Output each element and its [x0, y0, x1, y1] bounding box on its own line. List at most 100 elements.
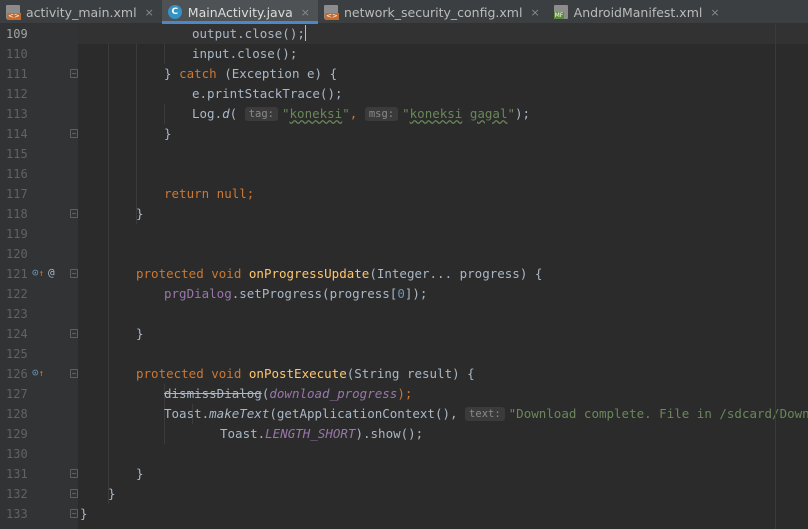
code-token: "Download complete. File in /sdcard/Down…	[508, 406, 808, 421]
code-line[interactable]: input.close();	[78, 44, 808, 64]
parameter-hint: text:	[465, 407, 505, 421]
text-caret	[304, 25, 306, 41]
code-line[interactable]: }	[78, 324, 808, 344]
code-line[interactable]	[78, 304, 808, 324]
code-line[interactable]: Toast.makeText(getApplicationContext(), …	[78, 404, 808, 424]
code-token: (Exception e) {	[216, 66, 338, 81]
code-token: return null	[164, 186, 247, 201]
code-line[interactable]: e.printStackTrace();	[78, 84, 808, 104]
gutter-row[interactable]: 110	[0, 44, 78, 64]
code-line[interactable]	[78, 244, 808, 264]
fold-toggle-icon[interactable]	[70, 129, 78, 138]
override-marker-icon[interactable]: ⊙↑	[32, 266, 44, 281]
code-token: }	[136, 206, 144, 221]
code-line[interactable]: protected void onProgressUpdate(Integer.…	[78, 264, 808, 284]
gutter-row[interactable]: 111	[0, 64, 78, 84]
close-icon[interactable]: ×	[145, 6, 154, 19]
gutter-row[interactable]: 112	[0, 84, 78, 104]
code-line[interactable]: }	[78, 484, 808, 504]
gutter-row[interactable]: 117	[0, 184, 78, 204]
gutter-row[interactable]: 120	[0, 244, 78, 264]
fold-toggle-icon[interactable]	[70, 509, 78, 518]
code-token: input.close();	[192, 46, 298, 61]
code-token: ]);	[404, 286, 428, 301]
code-line[interactable]: }	[78, 204, 808, 224]
annotation-marker-icon[interactable]: @	[48, 266, 55, 280]
fold-toggle-icon[interactable]	[70, 469, 78, 478]
fold-toggle-icon[interactable]	[70, 209, 78, 218]
code-token: (Integer... progress) {	[369, 266, 543, 281]
code-line[interactable]: prgDialog.setProgress(progress[0]);	[78, 284, 808, 304]
gutter-row[interactable]: 122	[0, 284, 78, 304]
code-line[interactable]	[78, 224, 808, 244]
code-line[interactable]	[78, 444, 808, 464]
tab-activity-main-xml[interactable]: activity_main.xml ×	[0, 0, 162, 24]
code-token: Log.	[192, 106, 223, 121]
fold-toggle-icon[interactable]	[70, 269, 78, 278]
override-marker-icon[interactable]: ⊙↑	[32, 366, 44, 381]
code-line[interactable]	[78, 164, 808, 184]
code-line[interactable]: } catch (Exception e) {	[78, 64, 808, 84]
gutter-row[interactable]: 116	[0, 164, 78, 184]
code-line[interactable]: output.close();	[78, 24, 808, 44]
code-line[interactable]: Log.d( tag: "koneksi", msg: "koneksi gagal…	[78, 104, 808, 124]
gutter-row[interactable]: 130	[0, 444, 78, 464]
close-icon[interactable]: ×	[710, 6, 719, 19]
gutter-row[interactable]: 119	[0, 224, 78, 244]
gutter-row[interactable]: 121 ⊙↑ @	[0, 264, 78, 284]
code-line[interactable]: protected void onPostExecute(String resu…	[78, 364, 808, 384]
tab-label: network_security_config.xml	[343, 4, 523, 20]
gutter-row[interactable]: 126 ⊙↑	[0, 364, 78, 384]
line-number: 118	[6, 207, 28, 221]
code-token: (String result) {	[346, 366, 475, 381]
gutter-row[interactable]: 129	[0, 424, 78, 444]
gutter-row[interactable]: 125	[0, 344, 78, 364]
line-number: 120	[6, 247, 28, 261]
code-line[interactable]: }	[78, 124, 808, 144]
gutter-row[interactable]: 113	[0, 104, 78, 124]
code-line[interactable]	[78, 144, 808, 164]
gutter-row[interactable]: 133	[0, 504, 78, 524]
gutter-row[interactable]: 115	[0, 144, 78, 164]
line-number: 113	[6, 107, 28, 121]
fold-toggle-icon[interactable]	[70, 69, 78, 78]
gutter-row[interactable]: 114	[0, 124, 78, 144]
line-number: 125	[6, 347, 28, 361]
close-icon[interactable]: ×	[530, 6, 539, 19]
gutter-row[interactable]: 131	[0, 464, 78, 484]
gutter-row[interactable]: 109	[0, 24, 78, 44]
code-token: ;	[246, 186, 255, 201]
line-number: 110	[6, 47, 28, 61]
gutter-row[interactable]: 128	[0, 404, 78, 424]
code-token: 0	[397, 286, 405, 301]
fold-toggle-icon[interactable]	[70, 489, 78, 498]
code-line[interactable]: }	[78, 464, 808, 484]
tab-mainactivity-java[interactable]: C MainActivity.java ×	[161, 0, 319, 24]
code-line[interactable]: }	[78, 504, 808, 524]
gutter-row[interactable]: 118	[0, 204, 78, 224]
code-token: (getApplicationContext(),	[269, 406, 466, 421]
code-editor[interactable]: output.close(); input.close(); } catch (Ex…	[78, 24, 808, 529]
line-number-gutter[interactable]: 109 110 111 112 113 114 115 116 117 118 119 120 121 ⊙…	[0, 24, 78, 529]
code-line[interactable]: Toast.LENGTH_SHORT).show();	[78, 424, 808, 444]
code-token: Toast.	[164, 406, 210, 421]
code-token: }	[136, 326, 144, 341]
code-line[interactable]	[78, 344, 808, 364]
code-token: }	[80, 506, 88, 521]
code-line[interactable]: return null;	[78, 184, 808, 204]
gutter-row[interactable]: 127	[0, 384, 78, 404]
code-token: }	[164, 66, 180, 81]
code-token: ,	[349, 106, 365, 121]
close-icon[interactable]: ×	[301, 6, 310, 19]
gutter-row[interactable]: 132	[0, 484, 78, 504]
gutter-row[interactable]: 124	[0, 324, 78, 344]
tab-network-security-config-xml[interactable]: network_security_config.xml ×	[318, 0, 548, 24]
gutter-row[interactable]: 123	[0, 304, 78, 324]
line-number: 129	[6, 427, 28, 441]
fold-toggle-icon[interactable]	[70, 329, 78, 338]
tab-androidmanifest-xml[interactable]: AndroidManifest.xml ×	[548, 0, 728, 24]
xml-file-icon	[6, 5, 21, 20]
code-line[interactable]: dismissDialog(download_progress);	[78, 384, 808, 404]
java-class-icon: C	[167, 5, 182, 19]
fold-toggle-icon[interactable]	[70, 369, 78, 378]
